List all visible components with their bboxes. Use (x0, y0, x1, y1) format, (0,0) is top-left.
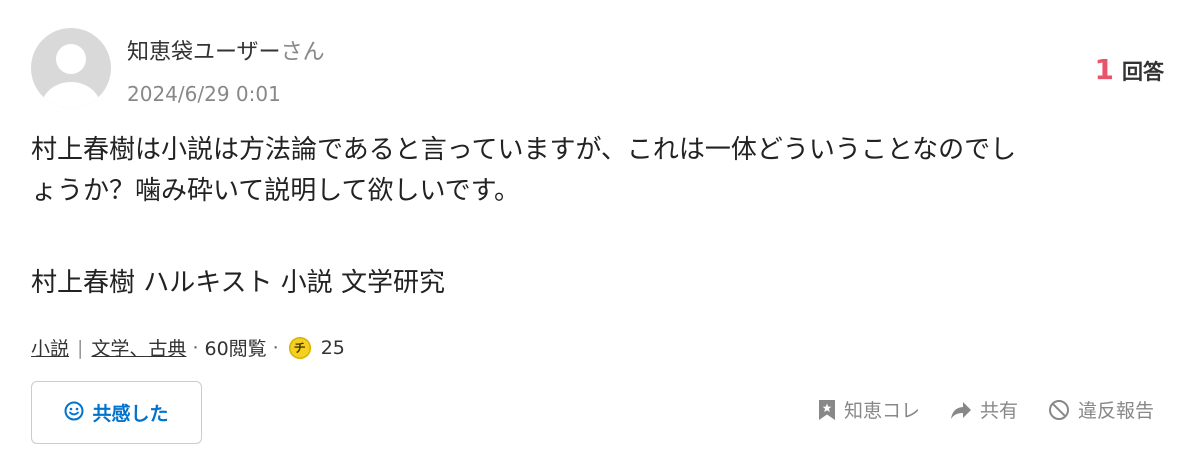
question-body-line: ょうか？噛み砕いて説明して欲しいです。 (31, 176, 521, 206)
category-link-literature[interactable]: 文学、古典 (91, 334, 186, 361)
question-body-line: 村上春樹は小説は方法論であると言っていますが、これは一体どういうことなのでし (31, 135, 1017, 165)
report-button[interactable]: 違反報告 (1048, 396, 1154, 423)
user-name-suffix: さん (280, 40, 325, 65)
user-name-text: 知恵袋ユーザー (127, 40, 281, 65)
default-avatar-icon[interactable] (31, 28, 111, 108)
share-arrow-icon (950, 400, 972, 420)
smile-icon (64, 401, 84, 425)
report-label: 違反報告 (1077, 400, 1154, 422)
chiebukuro-label: 知恵コレ (843, 400, 920, 422)
share-button[interactable]: 共有 (950, 396, 1018, 423)
coin-icon: チ (288, 336, 311, 359)
answer-count-label: 回答 (1122, 60, 1164, 84)
question-meta: 小説 | 文学、古典 · 60閲覧 · チ 25 (31, 334, 345, 361)
question-tags-text: 村上春樹 ハルキスト 小説 文学研究 (31, 268, 446, 298)
answer-count-number: 1 (1094, 53, 1114, 86)
question-body: 村上春樹は小説は方法論であると言っていますが、これは一体どういうことなのでし ょ… (31, 130, 1171, 212)
empathy-button-label: 共感した (92, 403, 169, 425)
bookmark-star-icon (818, 399, 836, 421)
question-actions: 知恵コレ 共有 違反報告 (818, 396, 1154, 423)
share-label: 共有 (979, 400, 1018, 422)
answer-count[interactable]: 1 回答 (1095, 53, 1164, 86)
user-name[interactable]: 知恵袋ユーザーさん (127, 34, 325, 66)
category-link-novel[interactable]: 小説 (31, 334, 69, 361)
view-count: 60閲覧 (204, 338, 267, 360)
meta-dot: · (192, 336, 199, 359)
post-timestamp: 2024/6/29 0:01 (127, 82, 281, 106)
coin-count: 25 (320, 336, 345, 359)
empathy-button[interactable]: 共感した (31, 381, 202, 444)
prohibited-icon (1048, 399, 1070, 421)
meta-dot: · (272, 336, 279, 359)
chiebukuro-collection-button[interactable]: 知恵コレ (818, 396, 920, 423)
category-separator: | (77, 336, 84, 359)
